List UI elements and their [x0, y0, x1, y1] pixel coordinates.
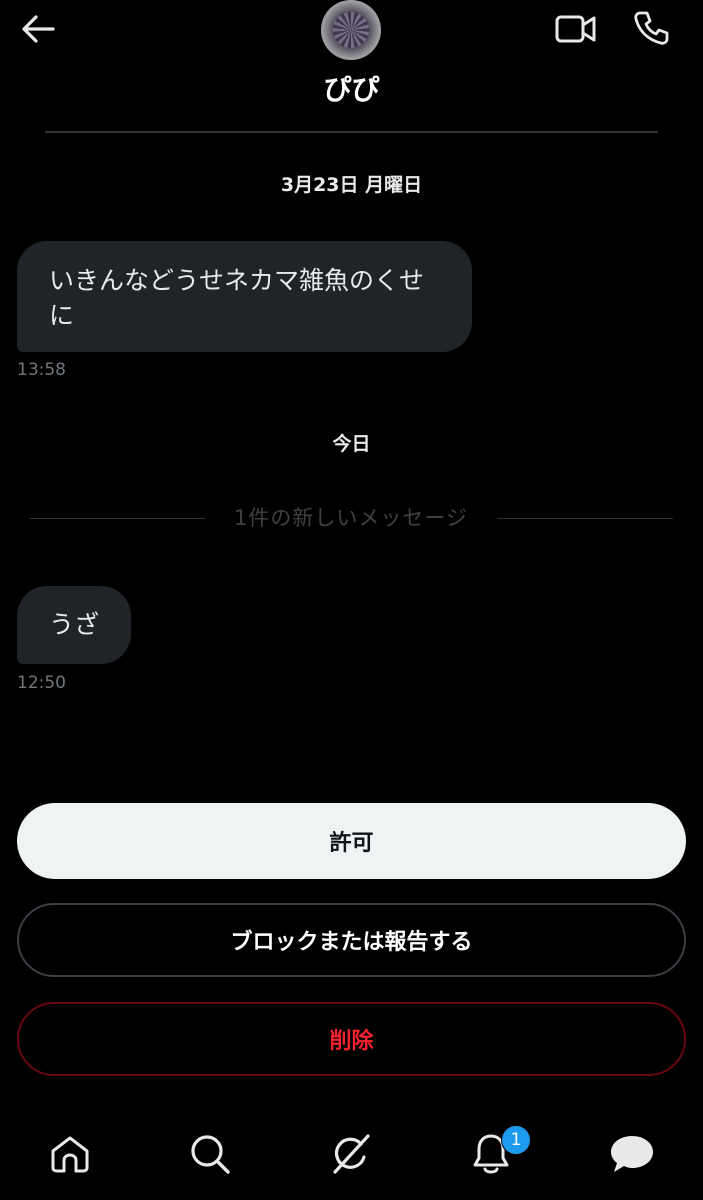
separator-line — [497, 518, 673, 519]
date-label: 3月23日 月曜日 — [280, 174, 423, 196]
message-text: いきんなどうせネカマ雑魚のくせに — [49, 266, 425, 330]
voice-call-button[interactable] — [626, 6, 676, 50]
message-text: うざ — [49, 610, 100, 639]
allow-button-label: 許可 — [329, 831, 374, 856]
nav-grok[interactable] — [327, 1130, 375, 1178]
conversation-title: ぴぴ — [323, 73, 380, 106]
message-bubble[interactable]: いきんなどうせネカマ雑魚のくせに — [17, 241, 472, 352]
delete-button[interactable]: 削除 — [17, 1002, 686, 1076]
block-button-label: ブロックまたは報告する — [230, 930, 473, 955]
search-icon — [191, 1135, 230, 1174]
video-camera-icon — [555, 15, 596, 43]
header-divider — [45, 131, 658, 133]
messages-icon — [611, 1136, 653, 1172]
nav-home[interactable] — [46, 1130, 94, 1178]
notification-badge: 1 — [501, 1125, 531, 1155]
delete-button-label: 削除 — [329, 1029, 374, 1054]
message-bubble[interactable]: うざ — [17, 586, 131, 664]
nav-messages[interactable] — [608, 1130, 656, 1178]
new-messages-separator: 1件の新しいメッセージ — [234, 506, 468, 530]
grok-icon — [333, 1134, 370, 1174]
block-or-report-button[interactable]: ブロックまたは報告する — [17, 903, 686, 977]
separator-line — [30, 518, 205, 519]
message-time: 12:50 — [17, 673, 66, 693]
date-label-today: 今日 — [332, 433, 371, 455]
message-time: 13:58 — [17, 360, 66, 380]
avatar-image — [333, 12, 369, 48]
arrow-left-icon — [22, 15, 55, 43]
video-call-button[interactable] — [550, 8, 602, 50]
allow-button[interactable]: 許可 — [17, 803, 686, 879]
home-icon — [51, 1136, 89, 1173]
phone-icon — [634, 11, 669, 45]
nav-search[interactable] — [186, 1130, 234, 1178]
back-button[interactable] — [14, 8, 62, 50]
